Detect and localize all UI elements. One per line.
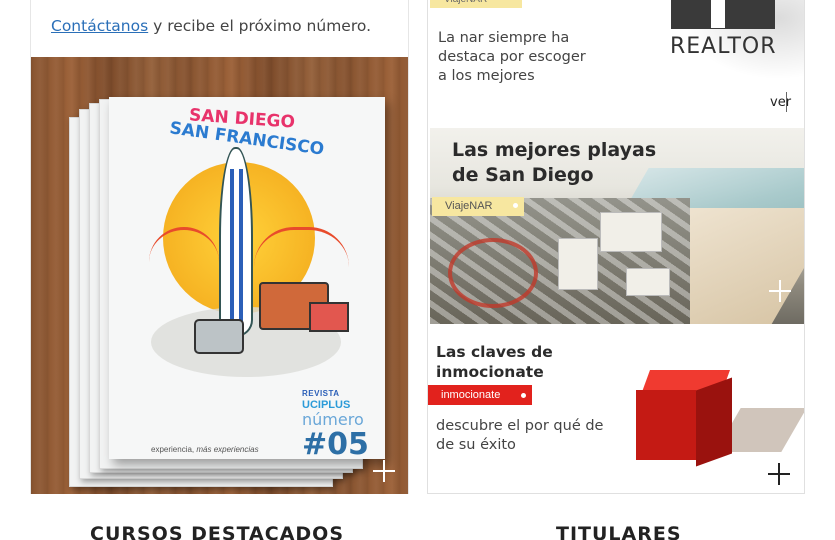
roller-coaster xyxy=(448,238,538,308)
section-heading-cursos: CURSOS DESTACADOS xyxy=(90,523,345,540)
claves-text: descubre el por qué de de su éxito xyxy=(436,418,604,453)
building xyxy=(626,268,670,296)
realtor-logo-icon xyxy=(671,0,775,29)
cover-revista: REVISTA xyxy=(302,389,340,398)
contact-line: Contáctanos y recibe el próximo número. xyxy=(51,17,371,35)
section-heading-titulares: TITULARES xyxy=(556,523,682,540)
beach-title-line2: de San Diego xyxy=(452,164,594,186)
tv-illustration xyxy=(194,319,244,354)
claves-title-line2: inmocionate xyxy=(436,363,544,381)
beach-photo[interactable]: Las mejores playas de San Diego ViajeNAR xyxy=(430,128,804,324)
plus-icon[interactable] xyxy=(766,461,792,487)
cube-side xyxy=(696,377,732,467)
contact-link[interactable]: Contáctanos xyxy=(51,17,148,35)
plus-icon[interactable] xyxy=(371,458,397,484)
building xyxy=(558,238,598,290)
bag-illustration xyxy=(309,302,349,332)
page: Contáctanos y recibe el próximo número. … xyxy=(0,0,835,540)
beach-title: Las mejores playas de San Diego xyxy=(452,138,656,188)
nar-text: La nar siempre ha destaca por escoger a … xyxy=(438,30,586,84)
news-card: ViajeNAR La nar siempre ha destaca por e… xyxy=(427,0,805,494)
inmocionate-tag-label: inmocionate xyxy=(441,389,501,401)
claves-title: Las claves de inmocionate xyxy=(436,342,553,382)
cover-issue-number: #05 xyxy=(302,427,369,462)
magazine-card: Contáctanos y recibe el próximo número. … xyxy=(30,0,409,494)
building xyxy=(600,212,662,252)
tag-dot-icon xyxy=(521,393,526,398)
cover-tagline: experiencia, más experiencias xyxy=(151,445,259,454)
viajenar-tag[interactable]: ViajeNAR xyxy=(432,197,524,216)
surfboard-illustration xyxy=(219,147,253,337)
viajenar-tag-top[interactable]: ViajeNAR xyxy=(430,0,522,8)
viajenar-tag-label: ViajeNAR xyxy=(445,200,493,212)
cube-front xyxy=(636,390,696,460)
red-cube-image xyxy=(636,370,732,467)
cover-tagline-a: experiencia, xyxy=(151,445,197,454)
ver-link[interactable]: ver xyxy=(770,95,791,110)
plus-icon[interactable] xyxy=(767,278,793,304)
claves-title-line1: Las claves de xyxy=(436,343,553,361)
cover-tagline-b: más experiencias xyxy=(196,445,259,454)
realtor-logo-text: REALTOR xyxy=(670,34,777,59)
tag-dot-icon xyxy=(513,203,518,208)
contact-line-text: y recibe el próximo número. xyxy=(148,17,371,35)
beach-title-line1: Las mejores playas xyxy=(452,139,657,161)
magazine-photo: SAN DIEGO SAN FRANCISCO REVISTA UCIPLUS … xyxy=(31,57,408,494)
magazine-cover: SAN DIEGO SAN FRANCISCO REVISTA UCIPLUS … xyxy=(109,97,385,462)
inmocionate-tag[interactable]: inmocionate xyxy=(428,385,532,405)
